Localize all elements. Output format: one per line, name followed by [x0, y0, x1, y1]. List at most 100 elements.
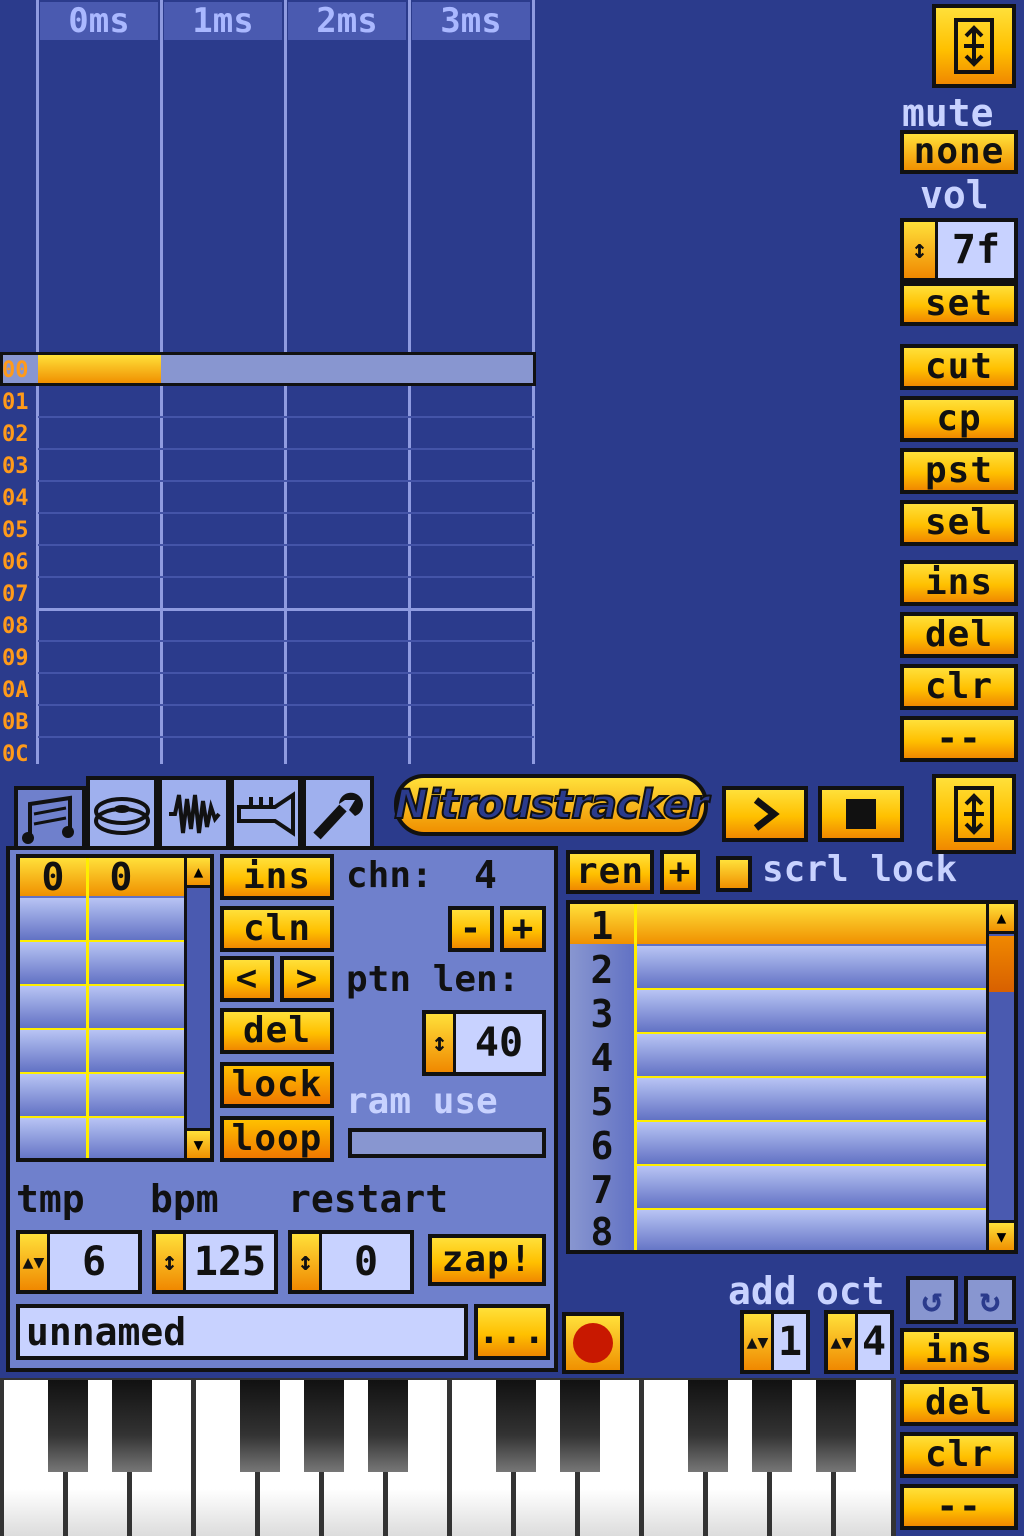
vol-stepper[interactable]: ↕ 7f — [900, 218, 1018, 282]
clear-button-bottom[interactable]: clr — [900, 1432, 1018, 1478]
next-pattern-button[interactable]: > — [280, 956, 334, 1002]
channel-header[interactable]: 2ms — [288, 1, 406, 41]
tab-settings[interactable] — [302, 776, 374, 848]
note-off-button[interactable]: -- — [900, 716, 1018, 762]
disk-icon — [94, 797, 150, 835]
updown-arrows-icon[interactable]: ↕ — [426, 1014, 456, 1072]
stop-button[interactable] — [818, 786, 904, 842]
updown-arrows-icon[interactable]: ▲▼ — [20, 1234, 50, 1290]
play-button[interactable] — [722, 786, 808, 842]
tab-disk[interactable] — [86, 776, 158, 848]
redo-icon[interactable]: ↻ — [964, 1276, 1016, 1324]
tempo-value: 6 — [81, 1239, 107, 1285]
scroll-up-icon[interactable]: ▲ — [187, 858, 210, 888]
mute-button[interactable]: none — [900, 130, 1018, 174]
bpm-stepper[interactable]: ↕ 125 — [152, 1230, 278, 1294]
piano-key-black[interactable] — [560, 1380, 600, 1472]
piano-key-black[interactable] — [48, 1380, 88, 1472]
list-scrollbar[interactable]: ▲ ▼ — [184, 858, 210, 1158]
paste-button[interactable]: pst — [900, 448, 1018, 494]
scroll-down-icon[interactable]: ▼ — [989, 1220, 1014, 1250]
tab-sample[interactable] — [158, 776, 230, 848]
clear-button[interactable]: clr — [900, 664, 1018, 710]
insert-button-bottom[interactable]: ins — [900, 1328, 1018, 1374]
channel-header[interactable]: 1ms — [164, 1, 282, 41]
pattern-grid[interactable]: 0ms 1ms 2ms 3ms 00 01 02 03 04 05 06 07 … — [0, 0, 540, 766]
scroll-up-icon[interactable]: ▲ — [989, 904, 1014, 934]
scroll-lock-checkbox[interactable] — [716, 856, 752, 892]
delete-button-bottom[interactable]: del — [900, 1380, 1018, 1426]
channel-plus-button[interactable]: + — [500, 906, 546, 952]
vol-label: vol — [920, 173, 989, 217]
cursor-cell[interactable] — [38, 355, 161, 383]
insert-pattern-button[interactable]: ins — [220, 854, 334, 900]
sample-scrollbar[interactable]: ▲ ▼ — [986, 904, 1014, 1250]
clone-pattern-button[interactable]: cln — [220, 906, 334, 952]
row-number: 02 — [2, 422, 29, 447]
delete-pattern-label: del — [242, 1010, 312, 1051]
mute-label: mute — [902, 91, 994, 135]
add-button[interactable]: + — [660, 850, 700, 894]
updown-arrows-icon[interactable]: ↕ — [292, 1234, 322, 1290]
note-off-button-bottom[interactable]: -- — [900, 1484, 1018, 1530]
tab-song[interactable] — [14, 786, 86, 848]
prev-pattern-button[interactable]: < — [220, 956, 274, 1002]
updown-arrows-icon[interactable]: ▲▼ — [828, 1314, 858, 1370]
scroll-down-icon[interactable]: ▼ — [187, 1128, 210, 1158]
octave-stepper[interactable]: ▲▼ 4 — [824, 1310, 894, 1374]
delete-pattern-button[interactable]: del — [220, 1008, 334, 1054]
play-icon — [753, 797, 780, 831]
paste-label: pst — [924, 450, 994, 491]
scroll-thumb[interactable] — [989, 936, 1014, 992]
piano-key-black[interactable] — [240, 1380, 280, 1472]
swap-screen-button-bottom[interactable] — [932, 774, 1016, 854]
row-line — [38, 448, 534, 450]
updown-arrows-icon[interactable]: ↕ — [904, 222, 938, 278]
channel-header[interactable]: 0ms — [40, 1, 158, 41]
sample-list[interactable]: 1 2 3 4 5 6 7 8 ▲ ▼ — [566, 900, 1018, 1254]
piano-key-black[interactable] — [752, 1380, 792, 1472]
column-divider — [86, 858, 89, 1158]
piano-key-black[interactable] — [496, 1380, 536, 1472]
piano-key-black[interactable] — [816, 1380, 856, 1472]
add-stepper[interactable]: ▲▼ 1 — [740, 1310, 810, 1374]
piano-key-black[interactable] — [304, 1380, 344, 1472]
loop-toggle[interactable]: loop — [220, 1116, 334, 1162]
song-name-field[interactable]: unnamed — [16, 1304, 468, 1360]
set-label: set — [924, 283, 994, 324]
restart-stepper[interactable]: ↕ 0 — [288, 1230, 414, 1294]
insert-row-button[interactable]: ins — [900, 560, 1018, 606]
record-icon — [573, 1323, 613, 1363]
mute-value: none — [913, 131, 1005, 172]
lock-toggle[interactable]: lock — [220, 1062, 334, 1108]
set-button[interactable]: set — [900, 282, 1018, 326]
tab-instrument[interactable] — [230, 776, 302, 848]
piano-key-black[interactable] — [688, 1380, 728, 1472]
pattern-length-stepper[interactable]: ↕ 40 — [422, 1010, 546, 1076]
pattern-order-list[interactable]: 0 0 ▲ ▼ — [16, 854, 214, 1162]
copy-button[interactable]: cp — [900, 396, 1018, 442]
plus-label: + — [511, 908, 535, 949]
more-button[interactable]: ... — [474, 1304, 550, 1360]
rename-button[interactable]: ren — [566, 850, 654, 894]
zap-button[interactable]: zap! — [428, 1234, 546, 1286]
updown-arrows-icon[interactable]: ↕ — [156, 1234, 186, 1290]
swap-screen-button-top[interactable] — [932, 4, 1016, 88]
list-rows[interactable] — [20, 898, 184, 1158]
tempo-stepper[interactable]: ▲▼ 6 — [16, 1230, 142, 1294]
channel-minus-button[interactable]: - — [448, 906, 494, 952]
clone-pattern-label: cln — [242, 908, 312, 949]
pattern-length-label: ptn len: — [346, 959, 520, 1000]
bpm-value: 125 — [193, 1239, 267, 1285]
channel-header[interactable]: 3ms — [412, 1, 530, 41]
sample-number: 3 — [590, 992, 614, 1036]
select-button[interactable]: sel — [900, 500, 1018, 546]
undo-icon[interactable]: ↺ — [906, 1276, 958, 1324]
row-number: 0A — [2, 678, 29, 703]
cut-button[interactable]: cut — [900, 344, 1018, 390]
piano-key-black[interactable] — [112, 1380, 152, 1472]
piano-key-black[interactable] — [368, 1380, 408, 1472]
record-button[interactable] — [562, 1312, 624, 1374]
delete-row-button[interactable]: del — [900, 612, 1018, 658]
updown-arrows-icon[interactable]: ▲▼ — [744, 1314, 774, 1370]
